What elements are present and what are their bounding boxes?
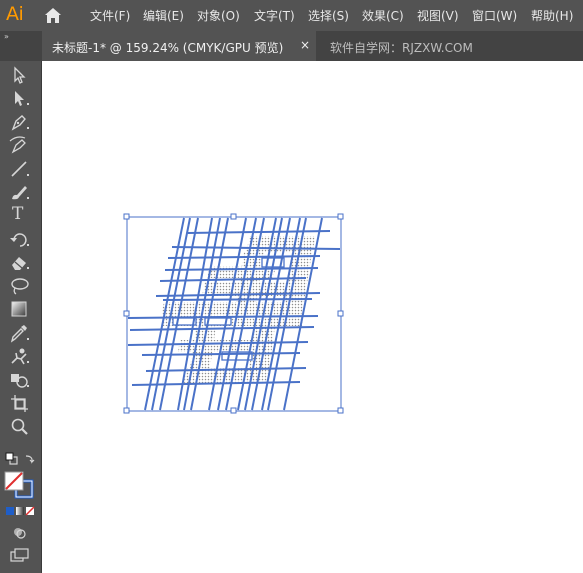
menu-help[interactable]: 帮助(H) bbox=[531, 7, 573, 24]
app-logo: Ai bbox=[6, 3, 24, 25]
menu-select[interactable]: 选择(S) bbox=[308, 7, 349, 24]
handle-bottom-right bbox=[337, 407, 344, 414]
eraser-tool-icon[interactable] bbox=[7, 252, 33, 272]
shape-builder-tool-icon[interactable] bbox=[7, 370, 33, 390]
menu-file[interactable]: 文件(F) bbox=[90, 7, 130, 24]
artwork[interactable] bbox=[42, 61, 583, 573]
color-mode-buttons[interactable] bbox=[5, 504, 35, 524]
paintbrush-tool-icon[interactable] bbox=[7, 182, 33, 202]
handle-top-right bbox=[337, 213, 344, 220]
menu-bar: Ai 文件(F) 编辑(E) 对象(O) 文字(T) 选择(S) 效果(C) 视… bbox=[0, 0, 583, 31]
collapse-panel-icon[interactable]: » bbox=[4, 32, 9, 41]
handle-middle-right bbox=[337, 310, 344, 317]
rotate-tool-icon[interactable] bbox=[7, 229, 33, 249]
handle-bottom-center bbox=[230, 407, 237, 414]
home-icon[interactable] bbox=[42, 5, 64, 25]
handle-bottom-left bbox=[123, 407, 130, 414]
tab-document-title: 未标题-1* @ 159.24% (CMYK/GPU 预览) bbox=[52, 41, 284, 55]
handle-top-left bbox=[123, 213, 130, 220]
zoom-tool-icon[interactable] bbox=[7, 417, 33, 437]
menu-edit[interactable]: 编辑(E) bbox=[143, 7, 184, 24]
tools-panel: » T bbox=[0, 32, 42, 573]
handle-top-center bbox=[230, 213, 237, 220]
menu-view[interactable]: 视图(V) bbox=[417, 7, 459, 24]
type-tool-icon[interactable]: T bbox=[7, 204, 33, 225]
menu-type[interactable]: 文字(T) bbox=[254, 7, 295, 24]
curvature-tool-icon[interactable] bbox=[7, 135, 33, 155]
gradient-tool-icon[interactable] bbox=[7, 299, 33, 319]
tab-close-icon[interactable]: × bbox=[300, 38, 310, 52]
pen-tool-icon[interactable] bbox=[7, 112, 33, 132]
default-fill-stroke-icon[interactable] bbox=[4, 450, 36, 470]
screen-mode-icon[interactable] bbox=[7, 545, 33, 565]
menu-effect[interactable]: 效果(C) bbox=[362, 7, 404, 24]
line-segment-tool-icon[interactable] bbox=[7, 159, 33, 179]
tab-watermark-label[interactable]: 软件自学网：RJZXW.COM bbox=[330, 39, 473, 56]
draw-mode-icon[interactable] bbox=[7, 523, 33, 543]
menu-window[interactable]: 窗口(W) bbox=[472, 7, 517, 24]
document-tab-bar: 未标题-1* @ 159.24% (CMYK/GPU 预览) × 软件自学网：R… bbox=[0, 31, 583, 61]
fill-stroke-swatches[interactable] bbox=[3, 470, 37, 500]
type-tool-glyph: T bbox=[12, 204, 24, 224]
eyedropper-tool-icon[interactable] bbox=[7, 323, 33, 343]
handle-middle-left bbox=[123, 310, 130, 317]
direct-selection-tool-icon[interactable] bbox=[7, 88, 33, 108]
artboard-canvas[interactable] bbox=[42, 61, 583, 573]
tab-document-active[interactable]: 未标题-1* @ 159.24% (CMYK/GPU 预览) × bbox=[42, 31, 316, 61]
menu-object[interactable]: 对象(O) bbox=[197, 7, 240, 24]
lasso-tool-icon[interactable] bbox=[7, 276, 33, 296]
selection-tool-icon[interactable] bbox=[7, 65, 33, 85]
artboard-tool-icon[interactable] bbox=[7, 393, 33, 413]
puppet-warp-tool-icon[interactable] bbox=[7, 346, 33, 366]
